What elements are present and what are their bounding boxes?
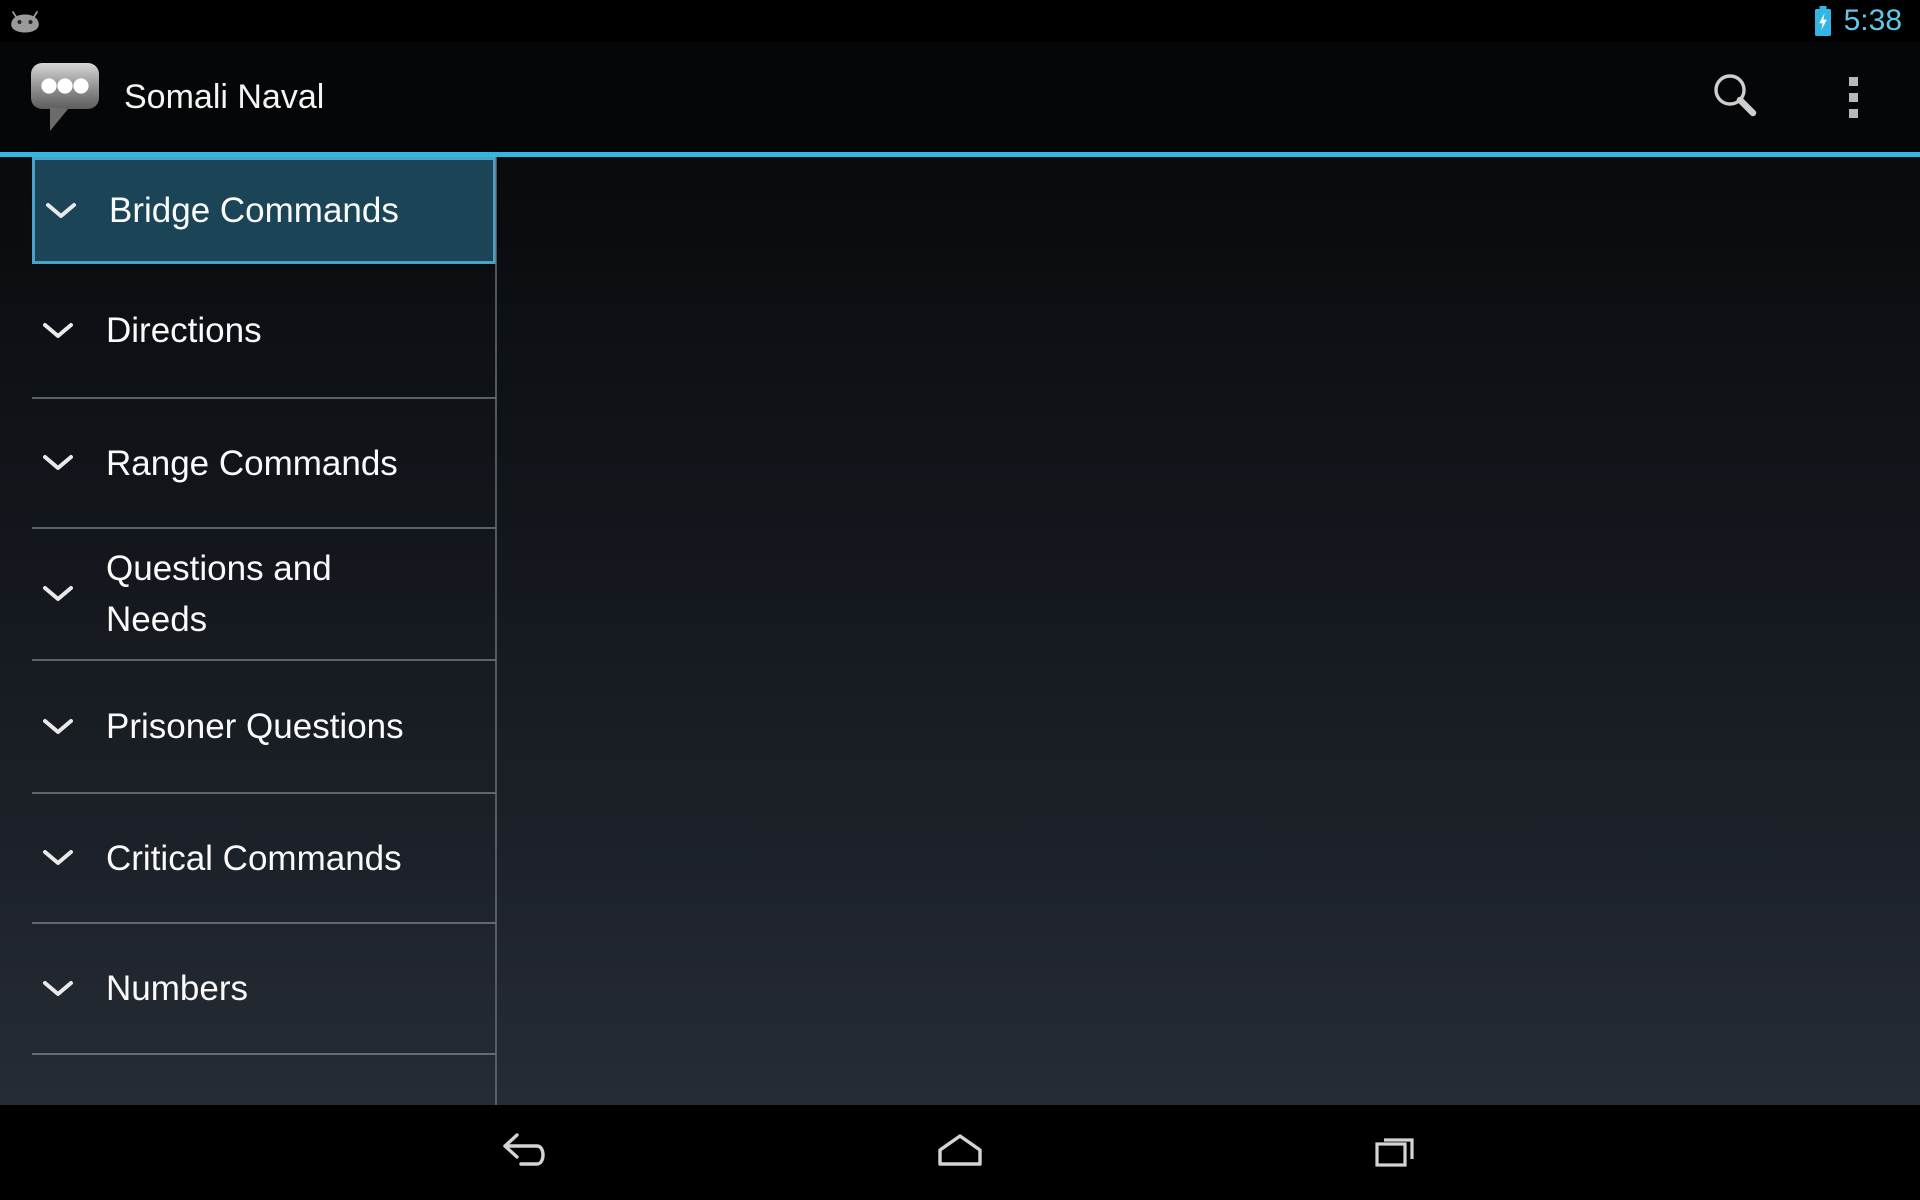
category-list: Bridge Commands Directions Range Command…	[0, 157, 496, 1105]
app-icon[interactable]	[28, 59, 102, 135]
home-icon	[928, 1126, 992, 1179]
battery-charging-icon	[1812, 6, 1834, 36]
chevron-down-icon	[32, 716, 84, 738]
list-item-label: Critical Commands	[106, 838, 402, 878]
chevron-down-icon	[32, 452, 84, 474]
list-item-directions[interactable]: Directions	[32, 264, 496, 399]
android-robot-icon	[8, 8, 42, 34]
status-bar: 5:38	[0, 0, 1920, 42]
page-title: Somali Naval	[124, 77, 325, 116]
list-item-prisoner-questions[interactable]: Prisoner Questions	[32, 661, 496, 794]
list-item-bridge-commands[interactable]: Bridge Commands	[32, 157, 496, 264]
list-item-label: Questions and Needs	[106, 549, 332, 639]
overflow-menu-icon	[1848, 76, 1858, 118]
action-bar-items	[1704, 66, 1920, 128]
recent-apps-button[interactable]	[1305, 1105, 1485, 1200]
status-bar-clock: 5:38	[1843, 4, 1902, 37]
detail-pane	[497, 157, 1920, 1105]
list-item-critical-commands[interactable]: Critical Commands	[32, 794, 496, 924]
chevron-down-icon	[35, 200, 87, 222]
list-item-partial[interactable]	[32, 1055, 496, 1095]
search-button[interactable]	[1704, 66, 1766, 128]
list-item-numbers[interactable]: Numbers	[32, 924, 496, 1055]
recent-apps-icon	[1363, 1126, 1427, 1179]
list-item-label: Numbers	[106, 969, 248, 1008]
back-button[interactable]	[435, 1105, 615, 1200]
status-bar-system[interactable]: 5:38	[1812, 6, 1920, 36]
back-arrow-icon	[493, 1126, 557, 1179]
status-bar-notifications[interactable]	[0, 8, 42, 34]
list-item-label: Directions	[106, 311, 262, 350]
list-item-range-commands[interactable]: Range Commands	[32, 399, 496, 529]
list-item-label: Range Commands	[106, 443, 398, 483]
home-button[interactable]	[870, 1105, 1050, 1200]
list-item-questions-and-needs[interactable]: Questions and Needs	[32, 529, 496, 661]
list-item-label: Prisoner Questions	[106, 707, 404, 746]
chevron-down-icon	[32, 320, 84, 342]
content-area: Bridge Commands Directions Range Command…	[0, 157, 1920, 1105]
chevron-down-icon	[32, 847, 84, 869]
android-tablet-screen: 5:38 Somali Naval Bridge Commands Direct…	[0, 0, 1920, 1200]
chevron-down-icon	[32, 583, 84, 605]
action-bar: Somali Naval	[0, 42, 1920, 152]
chevron-down-icon	[32, 978, 84, 1000]
navigation-bar	[0, 1105, 1920, 1200]
list-item-label: Bridge Commands	[109, 191, 399, 230]
search-icon	[1709, 69, 1761, 126]
overflow-menu-button[interactable]	[1822, 66, 1884, 128]
